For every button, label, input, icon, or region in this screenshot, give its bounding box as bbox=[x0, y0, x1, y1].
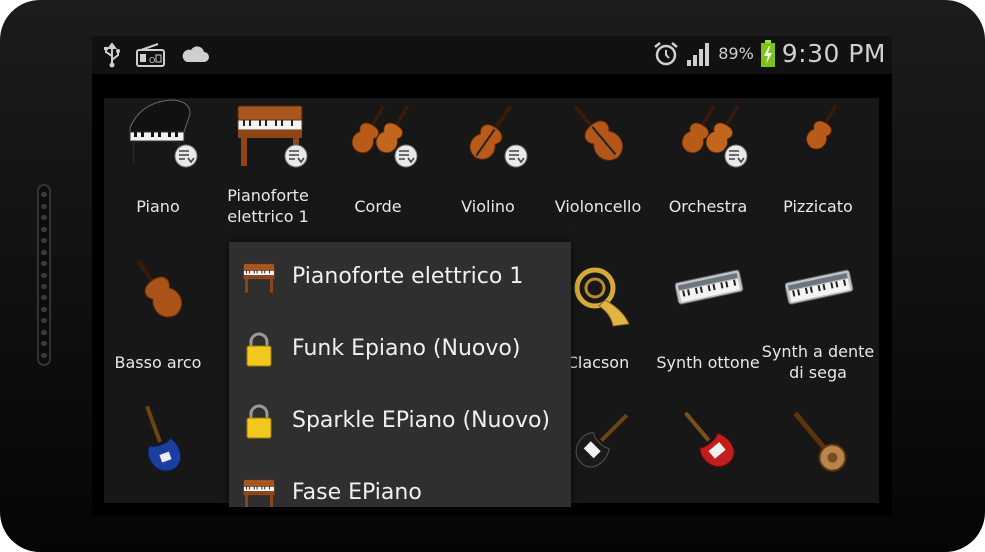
pizzicato-icon bbox=[785, 98, 855, 173]
preset-option-label: Fase EPiano bbox=[292, 480, 422, 505]
instrument-label: Pizzicato bbox=[783, 197, 853, 216]
cloud-icon bbox=[182, 46, 209, 62]
electric-piano-icon bbox=[241, 476, 277, 507]
battery-percent: 89% bbox=[718, 44, 754, 63]
battery-charging-icon bbox=[760, 39, 775, 67]
instrument-label: Basso arco bbox=[114, 353, 202, 372]
synth-keyboard-icon bbox=[784, 254, 855, 329]
lock-icon bbox=[241, 404, 277, 440]
download-badge-icon bbox=[724, 144, 748, 168]
grand-piano-icon bbox=[125, 98, 198, 173]
download-badge-icon bbox=[394, 144, 418, 168]
preset-option[interactable]: Fase EPiano bbox=[229, 458, 571, 507]
instrument-tile[interactable]: Piano bbox=[104, 98, 213, 253]
instrument-tile[interactable]: Pizzicato bbox=[763, 98, 873, 253]
instrument-tile[interactable]: Corde bbox=[323, 98, 433, 253]
download-badge-icon bbox=[504, 144, 528, 168]
speaker-grille bbox=[37, 184, 51, 366]
instrument-label: Violino bbox=[461, 197, 515, 216]
instrument-label: Orchestra bbox=[668, 197, 748, 216]
instrument-tile[interactable]: Violino bbox=[433, 98, 543, 253]
clock: 9:30 PM bbox=[781, 39, 886, 68]
electric-guitar-icon bbox=[565, 404, 635, 479]
alarm-icon bbox=[654, 41, 678, 65]
screen: O 89% 9:30 PM Piano Pianoforte elettrico… bbox=[92, 36, 892, 516]
instrument-tile[interactable] bbox=[104, 404, 213, 503]
preset-option[interactable]: Funk Epiano (Nuovo) bbox=[229, 314, 571, 386]
preset-option[interactable]: Pianoforte elettrico 1 bbox=[229, 242, 571, 314]
status-bar: O 89% 9:30 PM bbox=[92, 36, 892, 74]
lock-icon bbox=[241, 332, 277, 368]
strings-icon bbox=[345, 98, 418, 173]
instrument-tile[interactable]: Orchestra bbox=[653, 98, 763, 253]
instrument-tile[interactable] bbox=[653, 404, 763, 503]
preset-option-label: Pianoforte elettrico 1 bbox=[292, 264, 524, 289]
signal-icon bbox=[687, 42, 710, 66]
sitar-icon bbox=[785, 404, 855, 479]
instrument-tile[interactable]: Basso arco bbox=[104, 254, 213, 409]
radio-icon: O bbox=[136, 43, 165, 67]
preset-option-label: Sparkle EPiano (Nuovo) bbox=[292, 408, 551, 433]
violin-icon bbox=[455, 98, 528, 173]
instrument-tile[interactable]: Synth a dente di sega bbox=[762, 254, 874, 409]
instrument-tile[interactable]: Violoncello bbox=[543, 98, 653, 253]
orchestra-icon bbox=[675, 98, 748, 173]
synth-keyboard-icon bbox=[674, 254, 745, 329]
bass-guitar-icon bbox=[125, 404, 195, 479]
bowed-bass-icon bbox=[125, 254, 195, 329]
electric-piano-icon bbox=[241, 260, 277, 296]
preset-option-label: Funk Epiano (Nuovo) bbox=[292, 336, 521, 361]
instrument-tile[interactable]: Pianoforte elettrico 1 bbox=[213, 98, 323, 253]
instrument-tile[interactable]: Synth ottone bbox=[653, 254, 763, 409]
french-horn-icon bbox=[565, 254, 635, 329]
download-badge-icon bbox=[284, 144, 308, 168]
red-guitar-icon bbox=[675, 404, 745, 479]
download-badge-icon bbox=[174, 144, 198, 168]
phone-frame: O 89% 9:30 PM Piano Pianoforte elettrico… bbox=[0, 0, 985, 552]
preset-menu: Pianoforte elettrico 1 Funk Epiano (Nuovo… bbox=[229, 242, 571, 507]
svg-text:O: O bbox=[149, 56, 155, 65]
instrument-label: Piano bbox=[136, 197, 180, 216]
instrument-label: Synth ottone bbox=[656, 353, 760, 372]
preset-option[interactable]: Sparkle EPiano (Nuovo) bbox=[229, 386, 571, 458]
instrument-label: Pianoforte elettrico 1 bbox=[227, 186, 309, 226]
instrument-label: Corde bbox=[354, 197, 402, 216]
electric-piano-icon bbox=[235, 98, 308, 173]
instrument-label: Violoncello bbox=[554, 197, 642, 216]
cello-icon bbox=[565, 98, 635, 173]
instrument-label: Synth a dente di sega bbox=[761, 342, 875, 382]
usb-icon bbox=[104, 42, 120, 68]
instrument-tile[interactable] bbox=[763, 404, 873, 503]
